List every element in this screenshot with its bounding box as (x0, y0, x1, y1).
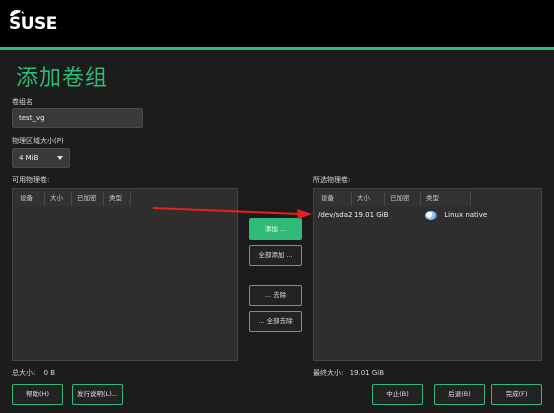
annotation-arrow-icon (152, 207, 312, 219)
